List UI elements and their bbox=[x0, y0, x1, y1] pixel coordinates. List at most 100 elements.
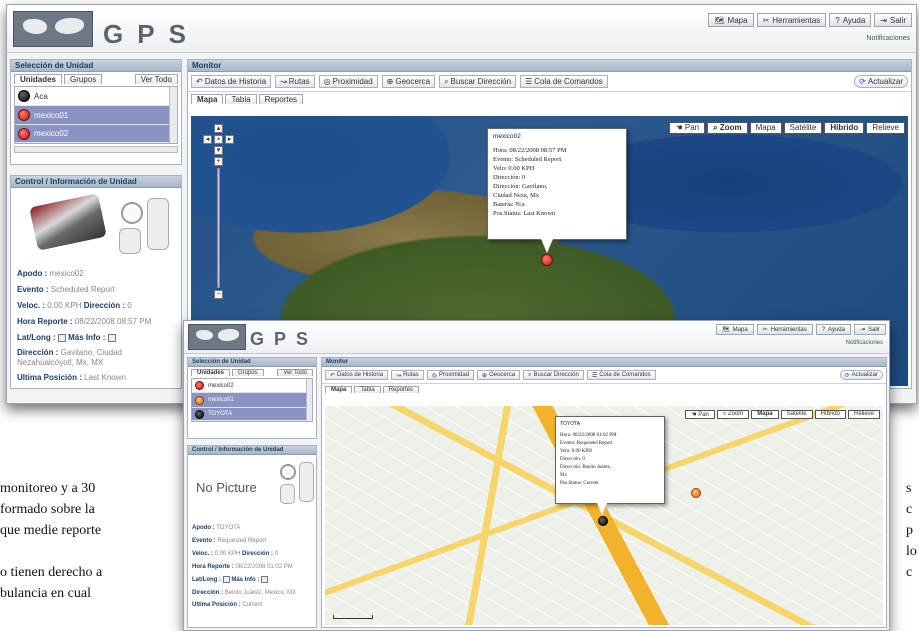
popup-pointer bbox=[541, 239, 553, 253]
zoom-out-icon[interactable]: − bbox=[214, 290, 223, 299]
vehicle-marker-icon[interactable] bbox=[541, 254, 553, 266]
more-info-icon[interactable] bbox=[261, 575, 269, 583]
vehicle-marker-icon[interactable] bbox=[691, 488, 701, 498]
exit-icon: ⇥ bbox=[880, 15, 887, 25]
map-type-terrain[interactable]: Relieve bbox=[847, 410, 880, 419]
street-map[interactable]: ☚ Pan ⌕ Zoom Mapa Satélite Híbrido Relie… bbox=[325, 406, 883, 625]
tab-groups[interactable]: Grupos bbox=[64, 74, 103, 84]
tab-map[interactable]: Mapa bbox=[191, 94, 224, 104]
map-type-map[interactable]: Mapa bbox=[749, 122, 782, 134]
popup-line: Evento: Requested Report bbox=[560, 441, 613, 446]
tab-units[interactable]: Unidades bbox=[191, 369, 231, 376]
more-info-icon[interactable] bbox=[107, 333, 116, 342]
map-type-satellite[interactable]: Satélite bbox=[780, 410, 813, 419]
map-type-terrain[interactable]: Relieve bbox=[866, 122, 905, 134]
proximity-button[interactable]: ◎ Proximidad bbox=[426, 370, 475, 380]
pan-up-icon[interactable]: ▴ bbox=[214, 124, 223, 133]
zoom-in-icon[interactable]: + bbox=[214, 157, 223, 166]
map-type-hybrid[interactable]: Híbrido bbox=[824, 122, 865, 134]
tab-units[interactable]: Unidades bbox=[14, 74, 63, 84]
unit-row[interactable]: mexico02 bbox=[15, 125, 177, 143]
pan-tool-button[interactable]: ☚ Pan bbox=[669, 122, 706, 134]
route-icon: ↝ bbox=[280, 77, 287, 86]
geofence-button[interactable]: ⊕ Geocerca bbox=[381, 75, 436, 88]
zoom-slider[interactable] bbox=[217, 168, 220, 288]
tools-button[interactable]: ✂ Herramientas bbox=[756, 13, 827, 27]
refresh-button[interactable]: ⟳ Actualizar bbox=[839, 370, 883, 380]
map-type-map[interactable]: Mapa bbox=[751, 410, 779, 419]
pan-center-icon[interactable]: ▪ bbox=[214, 135, 223, 144]
geofence-button[interactable]: ⊕ Geocerca bbox=[477, 370, 521, 380]
exit-button[interactable]: ⇥ Salir bbox=[853, 324, 886, 335]
map-button[interactable]: 🗺 Mapa bbox=[716, 324, 754, 335]
vertical-scrollbar[interactable] bbox=[306, 379, 312, 421]
vehicle-status-icon bbox=[18, 127, 30, 140]
command-queue-button[interactable]: ☰ Cola de Comandos bbox=[520, 75, 608, 88]
monitor-actions: ↶ Datos de Historia ↝ Rutas ◎ Proximidad ⊕ G… bbox=[322, 367, 886, 384]
geofence-icon: ⊕ bbox=[482, 372, 488, 379]
vertical-scrollbar[interactable] bbox=[169, 87, 177, 143]
vehicle-status-icon bbox=[195, 409, 204, 419]
tab-view-all[interactable]: Ver Todo bbox=[277, 369, 313, 376]
tab-table[interactable]: Tabla bbox=[354, 386, 381, 393]
routes-button[interactable]: ↝ Rutas bbox=[391, 370, 424, 380]
pan-right-icon[interactable]: ▸ bbox=[225, 135, 234, 144]
map-type-control: ☚ Pan ⌕ Zoom Mapa Satélite Híbrido Relie… bbox=[669, 122, 905, 134]
pan-down-icon[interactable]: ▾ bbox=[214, 146, 223, 155]
proximity-button[interactable]: ◎ Proximidad bbox=[318, 75, 378, 88]
unit-row[interactable]: mexico02 bbox=[192, 379, 312, 393]
map-button[interactable]: 🗺 Mapa bbox=[708, 13, 754, 27]
popup-line: Evento: Scheduled Report bbox=[493, 156, 562, 163]
search-address-button[interactable]: ⌕ Buscar Dirección bbox=[523, 370, 584, 380]
history-button[interactable]: ↶ Datos de Historia bbox=[325, 370, 389, 380]
zoom-tool-button[interactable]: ⌕ Zoom bbox=[707, 122, 748, 134]
help-button[interactable]: ? Ayuda bbox=[829, 13, 872, 27]
tab-map[interactable]: Mapa bbox=[325, 386, 353, 393]
popup-title: TOYOTA bbox=[560, 421, 581, 427]
app-header: GPS 🗺 Mapa ✂ Herramientas ? Ayuda ⇥ Salir No… bbox=[184, 321, 889, 354]
paragraph-line: c bbox=[906, 565, 913, 580]
unit-row[interactable]: mexico01 bbox=[15, 106, 177, 125]
unit-row[interactable]: TOYOTA bbox=[192, 408, 312, 421]
vehicle-marker-icon[interactable] bbox=[598, 516, 608, 526]
refresh-button[interactable]: ⟳ Actualizar bbox=[854, 75, 908, 88]
refresh-icon: ⟳ bbox=[844, 372, 850, 379]
field-address: Dirección : Benito Juárez, Mexico, MX bbox=[192, 590, 297, 596]
field-last-position: Ultima Posición : Last Known bbox=[17, 373, 126, 382]
unit-row[interactable]: Aca bbox=[15, 87, 177, 106]
help-button[interactable]: ? Ayuda bbox=[815, 324, 851, 335]
tab-table[interactable]: Tabla bbox=[225, 94, 257, 104]
notifications-link[interactable]: Notificaciones bbox=[846, 340, 883, 346]
tab-reports[interactable]: Reportes bbox=[382, 386, 420, 393]
panel-title: Control / Información de Unidad bbox=[188, 446, 316, 455]
gauge-icon bbox=[280, 464, 296, 480]
pan-tool-button[interactable]: ☚ Pan bbox=[685, 410, 715, 419]
panel-title: Selección de Unidad bbox=[188, 358, 316, 367]
tab-groups[interactable]: Grupos bbox=[232, 369, 264, 376]
unit-row[interactable]: mexico01 bbox=[192, 393, 312, 408]
map-type-hybrid[interactable]: Híbrido bbox=[814, 410, 846, 419]
command-queue-button[interactable]: ☰ Cola de Comandos bbox=[586, 370, 656, 380]
unit-info-fields: Apodo : mexico02 Evento : Scheduled Repo… bbox=[17, 266, 177, 386]
zoom-tool-button[interactable]: ⌕ Zoom bbox=[716, 410, 750, 419]
latlong-icon[interactable] bbox=[57, 333, 66, 342]
popup-line: Velo: 0.00 KPH bbox=[493, 165, 535, 172]
paragraph-line: bulancia en cual bbox=[0, 586, 91, 601]
search-address-button[interactable]: ⌕ Buscar Dirección bbox=[439, 75, 517, 88]
popup-line: Batería: N/a bbox=[493, 201, 525, 208]
history-button[interactable]: ↶ Datos de Historia bbox=[191, 75, 272, 88]
brand-title: GPS bbox=[250, 329, 319, 349]
notifications-link[interactable]: Notificaciones bbox=[866, 35, 910, 42]
horizontal-scrollbar[interactable] bbox=[14, 146, 178, 153]
exit-button[interactable]: ⇥ Salir bbox=[874, 13, 912, 27]
unit-list: mexico02 mexico01 TOYOTA bbox=[191, 378, 313, 422]
latlong-icon[interactable] bbox=[222, 575, 230, 583]
map-type-satellite[interactable]: Satélite bbox=[783, 122, 823, 134]
tools-button[interactable]: ✂ Herramientas bbox=[756, 324, 813, 335]
tab-reports[interactable]: Reportes bbox=[258, 94, 304, 104]
pan-left-icon[interactable]: ◂ bbox=[203, 135, 212, 144]
tab-view-all[interactable]: Ver Todo bbox=[134, 74, 178, 84]
routes-button[interactable]: ↝ Rutas bbox=[275, 75, 315, 88]
vehicle-photo bbox=[29, 193, 107, 251]
paragraph-line: que medie reporte bbox=[0, 523, 102, 538]
